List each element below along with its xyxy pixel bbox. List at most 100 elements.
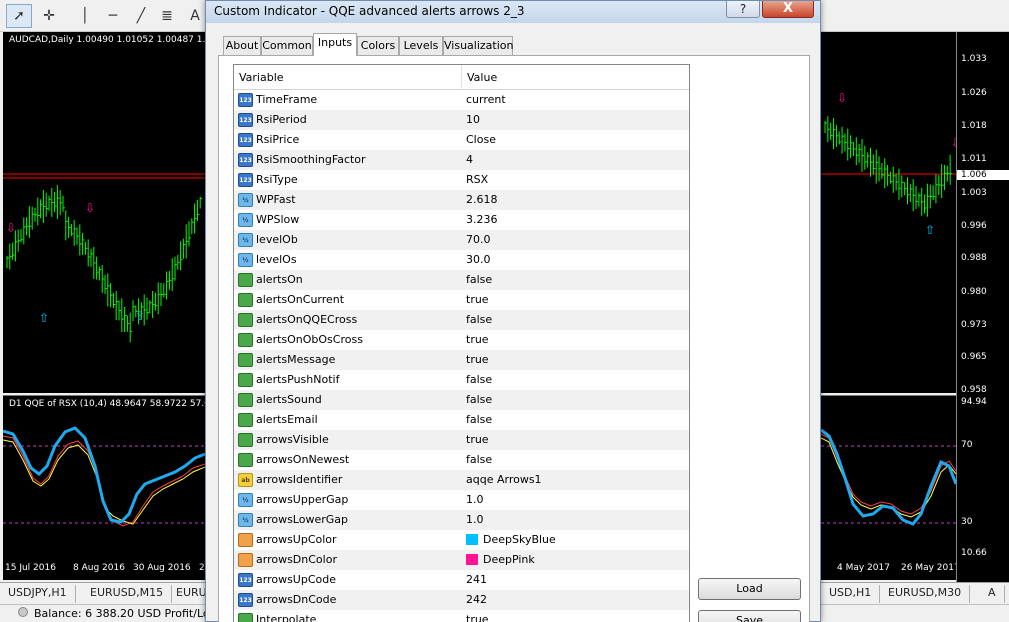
dialog-titlebar[interactable]: Custom Indicator - QQE advanced alerts a…	[206, 1, 820, 23]
chart-tab[interactable]: EURUSD,M30	[880, 585, 971, 603]
chart-tab[interactable]: EURUSD,M15	[82, 585, 173, 603]
input-row[interactable]: ½ WPFast 2.618	[234, 190, 689, 210]
input-value[interactable]: false	[462, 453, 492, 466]
load-button[interactable]: Load	[698, 578, 801, 600]
input-value[interactable]: Close	[462, 133, 496, 146]
save-button[interactable]: Save	[698, 610, 801, 622]
input-row[interactable]: Interpolate true	[234, 610, 689, 622]
horizontal-line-icon[interactable]: ─	[100, 4, 126, 28]
input-value[interactable]: false	[462, 413, 492, 426]
close-button[interactable]: X	[762, 1, 814, 18]
price-label: 0.988	[961, 253, 987, 263]
qqe-line	[821, 428, 956, 526]
integer-type-icon: 123	[238, 133, 253, 147]
input-value[interactable]: 2.618	[462, 193, 498, 206]
tab-visualization[interactable]: Visualization	[443, 36, 513, 55]
input-value[interactable]: 241	[462, 573, 487, 586]
input-value[interactable]: RSX	[462, 173, 488, 186]
input-value[interactable]: 30.0	[462, 253, 491, 266]
tab-colors[interactable]: Colors	[357, 36, 399, 55]
input-row[interactable]: 123 arrowsUpCode 241	[234, 570, 689, 590]
indicator-pane-right[interactable]	[821, 395, 956, 560]
input-row[interactable]: alertsEmail false	[234, 410, 689, 430]
input-value[interactable]: true	[462, 333, 489, 346]
input-row[interactable]: arrowsOnNewest false	[234, 450, 689, 470]
input-row[interactable]: alertsMessage true	[234, 350, 689, 370]
boolean-type-icon	[238, 273, 253, 287]
trendline-icon[interactable]: ╱	[128, 4, 154, 28]
input-row[interactable]: 123 TimeFrame current	[234, 90, 689, 110]
input-value[interactable]: false	[462, 373, 492, 386]
input-value[interactable]: false	[462, 313, 492, 326]
input-row[interactable]: ½ levelOs 30.0	[234, 250, 689, 270]
input-row[interactable]: ½ levelOb 70.0	[234, 230, 689, 250]
input-row[interactable]: alertsPushNotif false	[234, 370, 689, 390]
input-value[interactable]: true	[462, 293, 489, 306]
input-value[interactable]: 3.236	[462, 213, 498, 226]
input-value[interactable]: true	[462, 613, 489, 622]
input-row[interactable]: alertsOnCurrent true	[234, 290, 689, 310]
input-row[interactable]: 123 RsiPeriod 10	[234, 110, 689, 130]
input-value[interactable]: 10	[462, 113, 480, 126]
input-value[interactable]: 4	[462, 153, 473, 166]
input-value[interactable]: current	[462, 93, 506, 106]
down-arrow-icon: ⇩	[85, 201, 95, 215]
input-row[interactable]: 123 RsiPrice Close	[234, 130, 689, 150]
input-name: TimeFrame	[256, 93, 318, 106]
input-row[interactable]: ½ arrowsLowerGap 1.0	[234, 510, 689, 530]
price-label: 0.958	[961, 385, 987, 395]
input-row[interactable]: alertsSound false	[234, 390, 689, 410]
column-header-variable[interactable]: Variable	[234, 65, 462, 90]
input-row[interactable]: 123 RsiSmoothingFactor 4	[234, 150, 689, 170]
tab-levels[interactable]: Levels	[399, 36, 443, 55]
input-row[interactable]: arrowsDnColor DeepPink	[234, 550, 689, 570]
cursor-icon[interactable]: ➚	[6, 4, 32, 28]
input-name: arrowsDnColor	[256, 553, 337, 566]
vertical-line-icon[interactable]: │	[72, 4, 98, 28]
input-row[interactable]: alertsOn false	[234, 270, 689, 290]
input-row[interactable]: ab arrowsIdentifier aqqe Arrows1	[234, 470, 689, 490]
input-name: arrowsUpColor	[256, 533, 337, 546]
input-row[interactable]: alertsOnObOsCross true	[234, 330, 689, 350]
input-value[interactable]: true	[462, 353, 489, 366]
chart-tab[interactable]: USD,H1	[821, 585, 881, 603]
input-row[interactable]: 123 RsiType RSX	[234, 170, 689, 190]
price-chart-right[interactable]: ⇩ ⇩ ⇧	[821, 32, 956, 393]
time-label: 26 May 2017	[901, 563, 960, 573]
tab-common[interactable]: Common	[261, 36, 313, 55]
input-value[interactable]: false	[462, 273, 492, 286]
input-name: alertsOnObOsCross	[256, 333, 363, 346]
input-value[interactable]: 242	[462, 593, 487, 606]
input-value[interactable]: DeepPink	[462, 553, 535, 566]
input-value[interactable]: true	[462, 433, 489, 446]
input-row[interactable]: ½ arrowsUpperGap 1.0	[234, 490, 689, 510]
input-row[interactable]: alertsOnQQECross false	[234, 310, 689, 330]
indicator-pane-left[interactable]: D1 QQE of RSX (10,4) 48.9647 58.9722 57.…	[3, 395, 205, 560]
input-row[interactable]: ½ WPSlow 3.236	[234, 210, 689, 230]
input-value[interactable]: 1.0	[462, 513, 484, 526]
fibonacci-icon[interactable]: ≣	[154, 4, 180, 28]
integer-type-icon: 123	[238, 173, 253, 187]
up-arrow-icon: ⇧	[39, 311, 49, 325]
input-row[interactable]: arrowsVisible true	[234, 430, 689, 450]
input-value[interactable]: DeepSkyBlue	[462, 533, 556, 546]
boolean-type-icon	[238, 433, 253, 447]
chart-tab[interactable]: A	[980, 585, 1005, 603]
tab-about[interactable]: About	[223, 36, 261, 55]
input-name: levelOb	[256, 233, 298, 246]
input-row[interactable]: 123 arrowsDnCode 242	[234, 590, 689, 610]
integer-type-icon: 123	[238, 593, 253, 607]
input-value[interactable]: aqqe Arrows1	[462, 473, 542, 486]
help-button[interactable]: ?	[726, 1, 760, 18]
inputs-grid[interactable]: Variable Value 123 TimeFrame current 123 Rsi…	[233, 64, 690, 622]
input-value[interactable]: 70.0	[462, 233, 491, 246]
time-label: 8 Aug 2016	[73, 563, 125, 573]
input-value[interactable]: false	[462, 393, 492, 406]
chart-tab[interactable]: USDJPY,H1	[0, 585, 76, 603]
crosshair-icon[interactable]: ✛	[36, 4, 62, 28]
tab-inputs[interactable]: Inputs	[313, 33, 357, 56]
column-header-value[interactable]: Value	[462, 65, 689, 90]
input-value[interactable]: 1.0	[462, 493, 484, 506]
input-row[interactable]: arrowsUpColor DeepSkyBlue	[234, 530, 689, 550]
price-chart-left[interactable]: ⇩ ⇩ ⇧ ⇧ AUDCAD,Daily 1.00490 1.01052 1.0…	[3, 32, 205, 393]
